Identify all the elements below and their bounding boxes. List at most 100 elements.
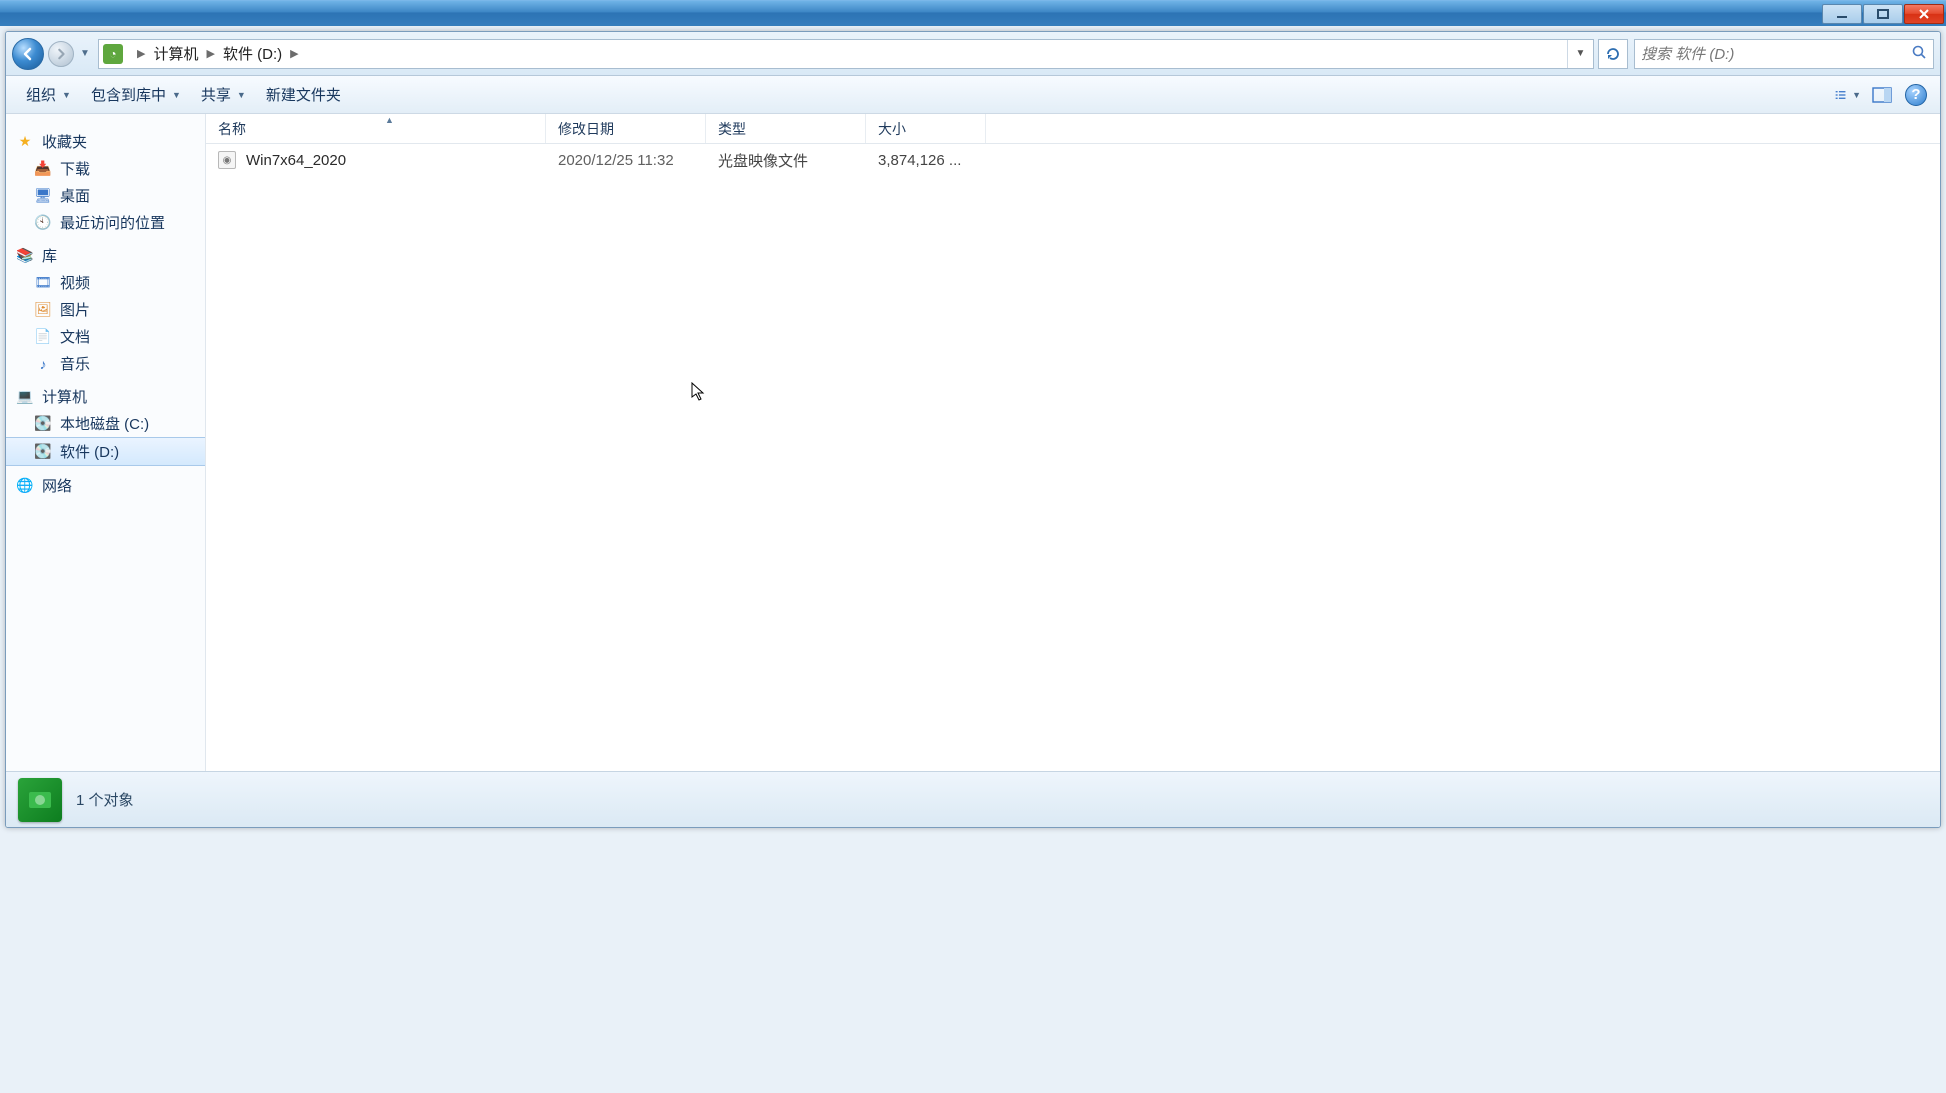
chevron-right-icon: ▶ (206, 47, 214, 60)
include-in-library-menu[interactable]: 包含到库中 ▼ (81, 80, 191, 109)
organize-label: 组织 (26, 84, 56, 105)
breadcrumb-root[interactable]: 计算机 (153, 43, 198, 64)
help-button[interactable]: ? (1902, 81, 1930, 109)
maximize-button[interactable] (1863, 4, 1903, 24)
file-rows[interactable]: ◉ Win7x64_2020 2020/12/25 11:32 光盘映像文件 3… (206, 144, 1940, 771)
search-icon (1911, 44, 1927, 64)
navigation-tree[interactable]: ★ 收藏夹 📥 下载 🖥 桌面 🕙 最近访问的位置 📚 库 🎞 视频 (6, 114, 206, 771)
chevron-down-icon: ▼ (62, 90, 71, 100)
sidebar-item-label: 视频 (60, 272, 90, 293)
close-button[interactable] (1904, 4, 1944, 24)
sidebar-item-label: 图片 (60, 299, 90, 320)
sidebar-item-recent[interactable]: 🕙 最近访问的位置 (6, 209, 205, 236)
view-options-button[interactable]: ▼ (1834, 81, 1862, 109)
organize-menu[interactable]: 组织 ▼ (16, 80, 81, 109)
chevron-down-icon: ▼ (237, 90, 246, 100)
status-bar: 1 个对象 (6, 771, 1940, 827)
sidebar-item-pictures[interactable]: 🖼 图片 (6, 296, 205, 323)
drive-icon: 💽 (34, 415, 52, 433)
sidebar-item-label: 最近访问的位置 (60, 212, 165, 233)
file-type: 光盘映像文件 (706, 150, 866, 171)
chevron-right-icon: ▶ (137, 47, 145, 60)
search-placeholder: 搜索 软件 (D:) (1641, 43, 1734, 64)
favorites-group[interactable]: ★ 收藏夹 (6, 128, 205, 155)
libraries-group[interactable]: 📚 库 (6, 242, 205, 269)
share-menu[interactable]: 共享 ▼ (191, 80, 256, 109)
desktop-icon: 🖥 (34, 187, 52, 205)
network-label: 网络 (42, 475, 72, 496)
sidebar-item-label: 本地磁盘 (C:) (60, 413, 149, 434)
share-label: 共享 (201, 84, 231, 105)
sidebar-item-videos[interactable]: 🎞 视频 (6, 269, 205, 296)
computer-label: 计算机 (42, 386, 87, 407)
music-icon: ♪ (34, 355, 52, 373)
file-list-pane: 名称 ▲ 修改日期 类型 大小 ◉ Win7x64_2020 2020/12/2… (206, 114, 1940, 771)
drive-icon: 💽 (34, 443, 52, 461)
preview-pane-button[interactable] (1868, 81, 1896, 109)
libraries-label: 库 (42, 245, 57, 266)
chevron-down-icon: ▼ (1852, 90, 1861, 100)
column-date[interactable]: 修改日期 (546, 114, 706, 143)
computer-icon: 💻 (16, 388, 34, 406)
address-dropdown[interactable]: ▼ (1567, 40, 1593, 68)
include-label: 包含到库中 (91, 84, 166, 105)
favorites-label: 收藏夹 (42, 131, 87, 152)
column-name[interactable]: 名称 ▲ (206, 114, 546, 143)
network-icon: 🌐 (16, 477, 34, 495)
chevron-right-icon: ▶ (290, 47, 298, 60)
back-button[interactable] (12, 38, 44, 70)
new-folder-button[interactable]: 新建文件夹 (256, 80, 351, 109)
status-text: 1 个对象 (76, 789, 134, 810)
computer-group[interactable]: 💻 计算机 (6, 383, 205, 410)
column-label: 类型 (718, 119, 746, 139)
iso-file-icon: ◉ (218, 151, 236, 169)
file-row[interactable]: ◉ Win7x64_2020 2020/12/25 11:32 光盘映像文件 3… (206, 144, 1940, 176)
sidebar-item-drive-c[interactable]: 💽 本地磁盘 (C:) (6, 410, 205, 437)
sidebar-item-label: 音乐 (60, 353, 90, 374)
column-label: 名称 (218, 119, 246, 139)
column-label: 修改日期 (558, 119, 614, 139)
file-size: 3,874,126 ... (866, 152, 986, 169)
downloads-icon: 📥 (34, 160, 52, 178)
network-group[interactable]: 🌐 网络 (6, 472, 205, 499)
column-size[interactable]: 大小 (866, 114, 986, 143)
recent-icon: 🕙 (34, 214, 52, 232)
picture-icon: 🖼 (34, 301, 52, 319)
sort-asc-icon: ▲ (246, 115, 533, 125)
sidebar-item-downloads[interactable]: 📥 下载 (6, 155, 205, 182)
sidebar-item-label: 文档 (60, 326, 90, 347)
sidebar-item-documents[interactable]: 📄 文档 (6, 323, 205, 350)
column-label: 大小 (878, 119, 906, 139)
chevron-down-icon: ▼ (172, 90, 181, 100)
sidebar-item-label: 下载 (60, 158, 90, 179)
file-name: Win7x64_2020 (246, 152, 346, 169)
column-type[interactable]: 类型 (706, 114, 866, 143)
column-headers: 名称 ▲ 修改日期 类型 大小 (206, 114, 1940, 144)
sidebar-item-music[interactable]: ♪ 音乐 (6, 350, 205, 377)
explorer-window: ▼ ◔ ▶ 计算机 ▶ 软件 (D:) ▶ ▼ 搜索 软件 (D:) 组织 ▼ (5, 31, 1941, 828)
new-folder-label: 新建文件夹 (266, 84, 341, 105)
address-bar[interactable]: ◔ ▶ 计算机 ▶ 软件 (D:) ▶ ▼ (98, 39, 1594, 69)
file-date: 2020/12/25 11:32 (546, 152, 706, 169)
sidebar-item-desktop[interactable]: 🖥 桌面 (6, 182, 205, 209)
drive-large-icon (18, 778, 62, 822)
refresh-button[interactable] (1598, 39, 1628, 69)
window-titlebar (0, 0, 1946, 26)
history-dropdown[interactable]: ▼ (78, 41, 92, 67)
search-input[interactable]: 搜索 软件 (D:) (1634, 39, 1934, 69)
sidebar-item-label: 桌面 (60, 185, 90, 206)
body: ★ 收藏夹 📥 下载 🖥 桌面 🕙 最近访问的位置 📚 库 🎞 视频 (6, 114, 1940, 771)
breadcrumb-current[interactable]: 软件 (D:) (223, 43, 282, 64)
star-icon: ★ (16, 133, 34, 151)
library-icon: 📚 (16, 247, 34, 265)
sidebar-item-label: 软件 (D:) (60, 441, 119, 462)
document-icon: 📄 (34, 328, 52, 346)
breadcrumb[interactable]: ▶ 计算机 ▶ 软件 (D:) ▶ (129, 43, 307, 64)
nav-bar: ▼ ◔ ▶ 计算机 ▶ 软件 (D:) ▶ ▼ 搜索 软件 (D:) (6, 32, 1940, 76)
sidebar-item-drive-d[interactable]: 💽 软件 (D:) (6, 437, 205, 466)
minimize-button[interactable] (1822, 4, 1862, 24)
forward-button[interactable] (48, 41, 74, 67)
toolbar: 组织 ▼ 包含到库中 ▼ 共享 ▼ 新建文件夹 ▼ ? (6, 76, 1940, 114)
drive-icon: ◔ (103, 44, 123, 64)
video-icon: 🎞 (34, 274, 52, 292)
